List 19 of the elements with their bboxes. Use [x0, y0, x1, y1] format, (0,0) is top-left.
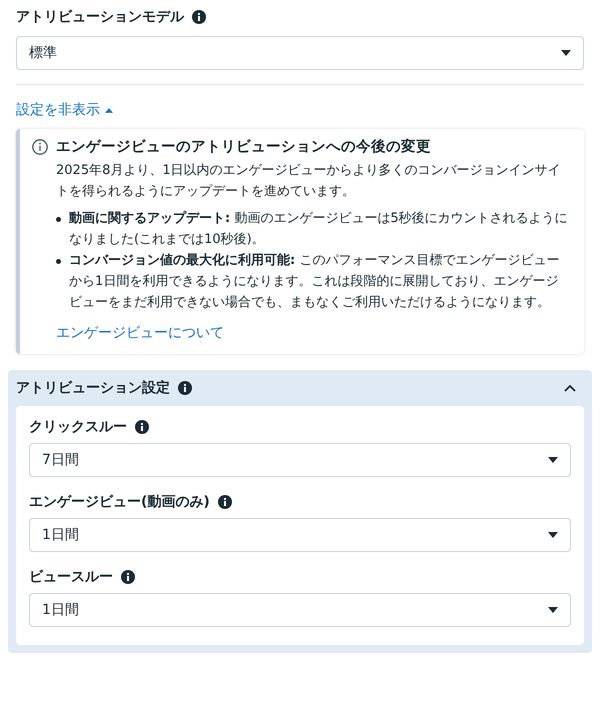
notice-text: 2025年8月より、1日以内のエンゲージビューからより多くのコンバージョンインサイトを得られるようにアップデートを進めています。 — [56, 162, 562, 201]
dropdown[interactable]: 1日間 — [29, 518, 571, 552]
dropdown-value: 標準 — [29, 44, 57, 62]
settings-toggle-link[interactable]: 設定を非表示 — [16, 101, 113, 119]
field-label: エンゲージビュー(動画のみ) — [29, 493, 210, 511]
bullet-text: コンバージョン値の最大化に利用可能: このパフォーマンス目標でエンゲージビューから1日間を利用できるようになります。これは段階的に展開しており、エンゲージビューをまだ利用できない場合でも、まもなくご利用いただけるようになります。 — [69, 252, 560, 312]
field-label: アトリビューションモデル — [16, 8, 184, 26]
notice-title: エンゲージビューのアトリビューションへの今後の変更 — [56, 137, 431, 156]
dropdown-value: 1日間 — [42, 601, 79, 619]
section-title: アトリビューション設定 — [16, 379, 170, 397]
field-label: ビュースルー — [29, 568, 113, 586]
learn-more-link[interactable]: エンゲージビューについて — [56, 325, 224, 341]
dropdown[interactable]: 標準 — [16, 36, 584, 70]
bullet-text: 動画に関するアップデート: 動画のエンゲージビューは5秒後にカウントされるようになりました(これまでは10秒後)。 — [69, 210, 569, 249]
dropdown[interactable]: 7日間 — [29, 443, 571, 477]
dropdown[interactable]: 1日間 — [29, 593, 571, 627]
field-label: クリックスルー — [29, 418, 127, 436]
dropdown-value: 1日間 — [42, 526, 79, 544]
dropdown-value: 7日間 — [42, 451, 79, 469]
